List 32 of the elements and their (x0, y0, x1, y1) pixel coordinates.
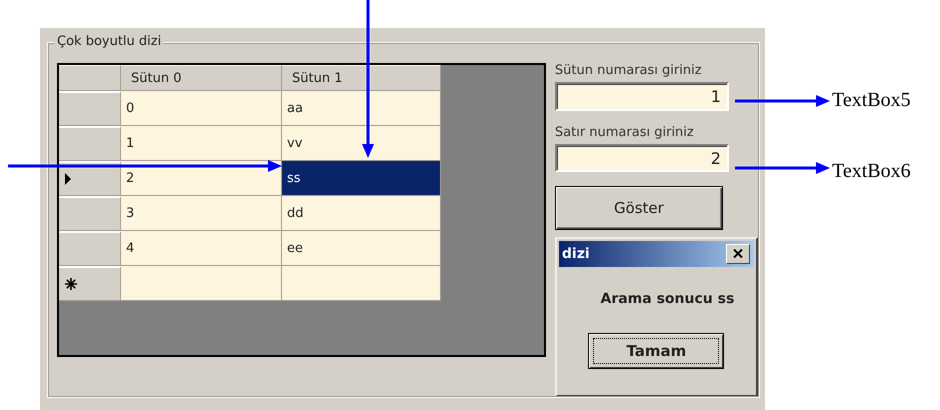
column-header[interactable]: Sütun 1 (282, 65, 441, 91)
annotation-label: TextBox5 (832, 89, 911, 112)
table-cell[interactable]: vv (282, 126, 441, 161)
table-cell[interactable] (121, 266, 282, 301)
corner-header (59, 65, 121, 91)
close-button[interactable] (726, 244, 750, 264)
row-header[interactable] (59, 161, 121, 196)
close-icon (732, 249, 743, 258)
dialog-title: dizi (562, 246, 590, 262)
field-label: Satır numarası giriniz (554, 124, 695, 140)
table-cell[interactable]: ss (282, 161, 441, 196)
table-cell[interactable]: 4 (121, 231, 282, 266)
table-cell[interactable]: 0 (121, 91, 282, 126)
current-row-icon (65, 173, 71, 185)
ok-button[interactable]: Tamam (588, 332, 724, 369)
table-cell[interactable]: ee (282, 231, 441, 266)
table-cell[interactable] (282, 266, 441, 301)
row-header[interactable] (59, 266, 121, 301)
field-label: Sütun numarası giriniz (554, 63, 703, 78)
show-button[interactable]: Göster (554, 186, 723, 230)
input-field[interactable]: 2 (554, 144, 729, 172)
table-cell[interactable]: 3 (121, 196, 282, 231)
input-field[interactable]: 1 (554, 82, 729, 111)
table-cell[interactable]: 1 (121, 126, 282, 161)
column-header[interactable]: Sütun 0 (121, 65, 282, 91)
table-cell[interactable]: 2 (121, 161, 282, 196)
dialog-message: Arama sonucu ss (600, 290, 734, 307)
table-cell[interactable]: aa (282, 91, 441, 126)
table-cell[interactable]: dd (282, 196, 441, 231)
annotation-label: TextBox6 (832, 160, 911, 183)
asterisk-icon (65, 278, 77, 290)
group-title: Çok boyutlu dizi (54, 34, 164, 49)
